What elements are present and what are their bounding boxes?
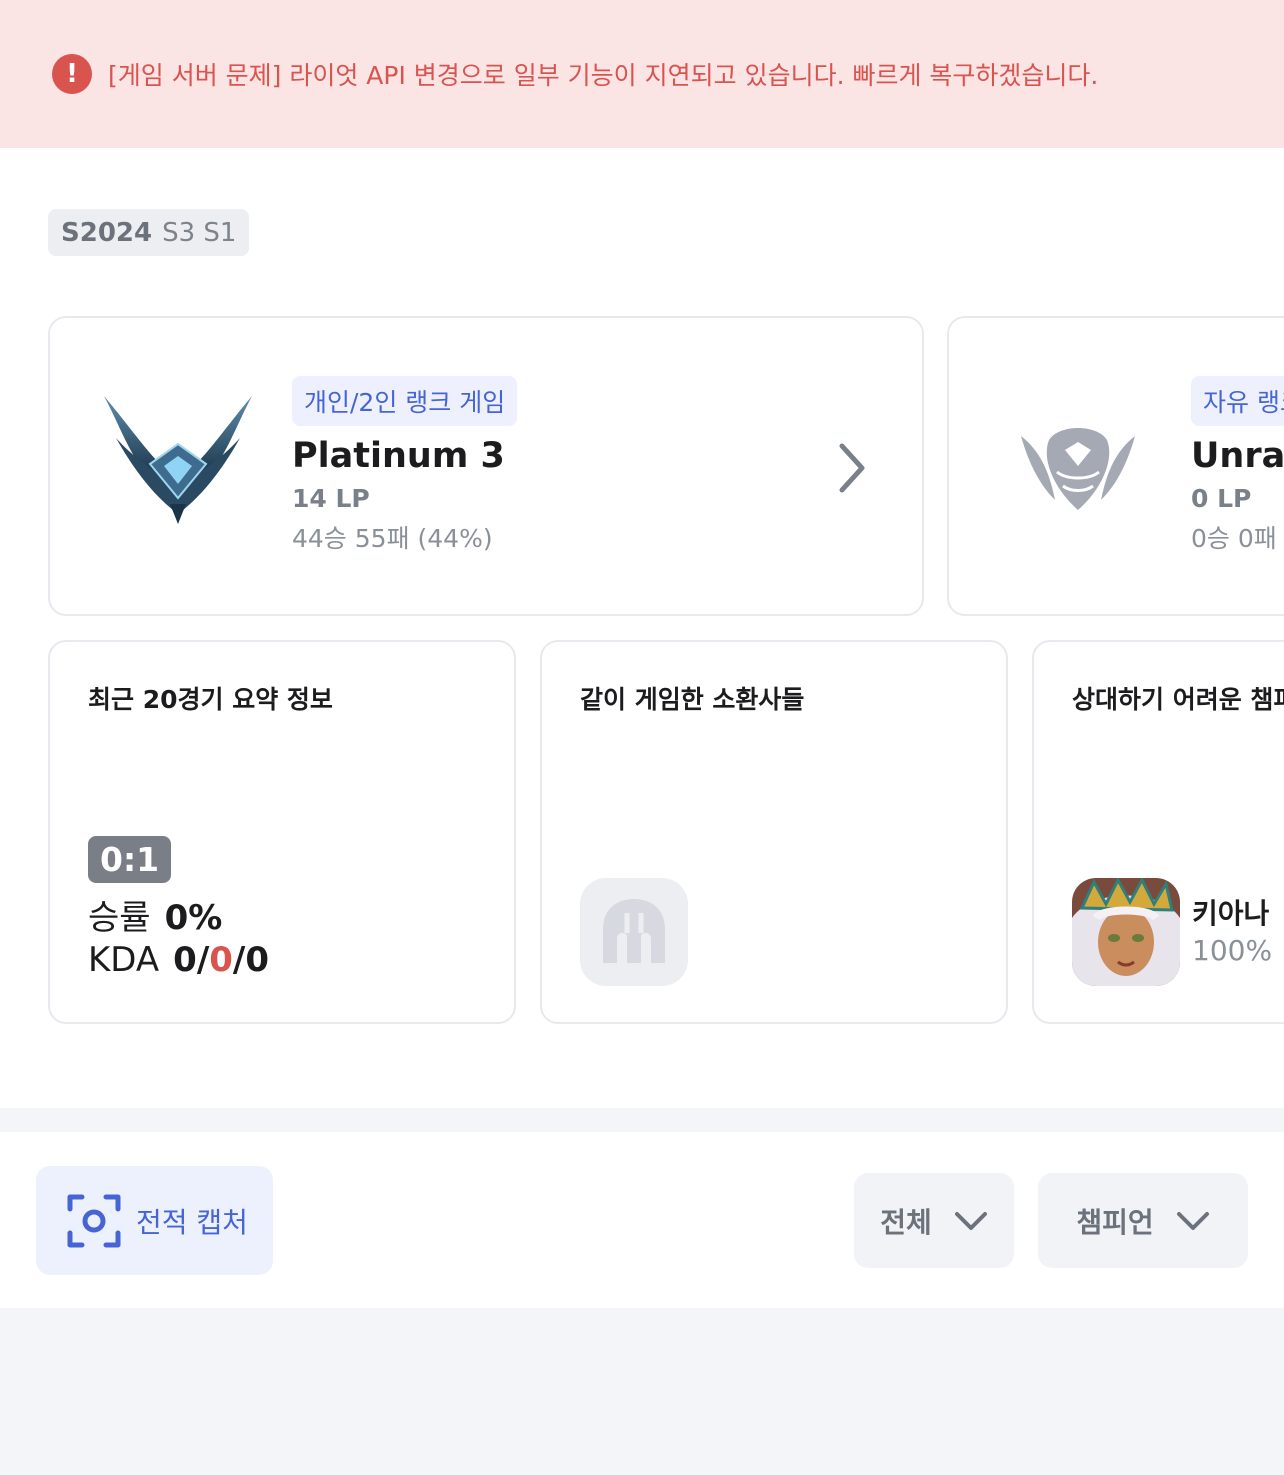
winrate-label: 승률: [88, 898, 151, 938]
season-selector[interactable]: S2024 S3 S1: [48, 209, 250, 256]
champion-name: 키아나: [1192, 897, 1270, 930]
champion-filter-dropdown[interactable]: 챔피언: [1038, 1173, 1248, 1268]
chevron-right-icon[interactable]: [832, 438, 872, 498]
platinum-emblem-icon: [104, 396, 252, 524]
card-title: 같이 게임한 소환사들: [580, 685, 805, 714]
card-title: 상대하기 어려운 챔피언: [1072, 685, 1284, 714]
kda-label: KDA: [88, 940, 160, 980]
recent-games-summary-card[interactable]: 최근 20경기 요약 정보 0:1 승률 0% KDA 0/0/0: [48, 640, 516, 1024]
queue-filter-label: 전체: [880, 1205, 932, 1239]
season-splits: S3 S1: [162, 217, 237, 248]
kda-row: KDA 0/0/0: [88, 940, 269, 980]
rank-info: 개인/2인 랭크 게임 Platinum 3 14 LP 44승 55패 (44…: [292, 376, 518, 555]
rank-tier: Platinum 3: [292, 436, 505, 476]
camera-capture-icon: [67, 1194, 121, 1247]
helmet-icon: [603, 899, 665, 963]
queue-type-badge: 개인/2인 랭크 게임: [292, 376, 518, 426]
kda-kills: 0: [173, 940, 197, 980]
kda-separator: /: [196, 940, 210, 980]
card-title: 최근 20경기 요약 정보: [88, 685, 333, 714]
win-loss-record: 44승 55패 (44%): [292, 524, 493, 553]
rank-tier: Unranked: [1191, 436, 1284, 476]
rank-card-solo[interactable]: 개인/2인 랭크 게임 Platinum 3 14 LP 44승 55패 (44…: [48, 316, 924, 616]
champion-portrait-image: [1072, 878, 1180, 986]
champion-loss-rate: 100%: [1192, 934, 1273, 967]
kda-assists: 0: [245, 940, 269, 980]
capture-label: 전적 캡처: [136, 1205, 248, 1239]
winrate-row: 승률 0%: [88, 890, 222, 939]
server-alert-banner: ! [게임 서버 문제] 라이엇 API 변경으로 일부 기능이 지연되고 있습…: [0, 0, 1284, 148]
teammates-card[interactable]: 같이 게임한 소환사들: [540, 640, 1008, 1024]
exclamation-icon: !: [52, 54, 92, 94]
rank-card-flex[interactable]: 자유 랭크 게임 Unranked 0 LP 0승 0패: [947, 316, 1284, 616]
chevron-down-icon: [1176, 1211, 1209, 1230]
winrate-value: 0%: [164, 898, 223, 938]
summoner-placeholder-avatar: [580, 878, 688, 986]
win-loss-score-badge: 0:1: [88, 836, 172, 883]
season-current: S2024: [61, 217, 153, 248]
queue-type-badge: 자유 랭크 게임: [1191, 376, 1284, 426]
hard-champions-card[interactable]: 상대하기 어려운 챔피언 키아나 100%: [1032, 640, 1284, 1024]
league-points: 0 LP: [1191, 484, 1252, 513]
match-history-toolbar: 전적 캡처 전체 챔피언: [0, 1132, 1284, 1308]
unranked-emblem-icon: [1021, 428, 1135, 510]
kda-deaths: 0: [209, 940, 233, 980]
league-points: 14 LP: [292, 484, 370, 513]
chevron-down-icon: [954, 1211, 987, 1230]
capture-record-button[interactable]: 전적 캡처: [36, 1166, 273, 1275]
kda-separator: /: [232, 940, 246, 980]
queue-filter-dropdown[interactable]: 전체: [854, 1173, 1014, 1268]
win-loss-record: 0승 0패: [1191, 524, 1277, 553]
champion-filter-label: 챔피언: [1076, 1205, 1154, 1239]
kda-value: 0/0/0: [173, 940, 269, 980]
profile-summary-section: S2024 S3 S1 개인/2인 랭크 게임 Platinum 3 14 LP…: [0, 148, 1284, 1108]
champion-portrait: [1072, 878, 1180, 986]
alert-message: [게임 서버 문제] 라이엇 API 변경으로 일부 기능이 지연되고 있습니다…: [108, 61, 1099, 90]
rank-info: 자유 랭크 게임 Unranked 0 LP 0승 0패: [1191, 376, 1284, 555]
